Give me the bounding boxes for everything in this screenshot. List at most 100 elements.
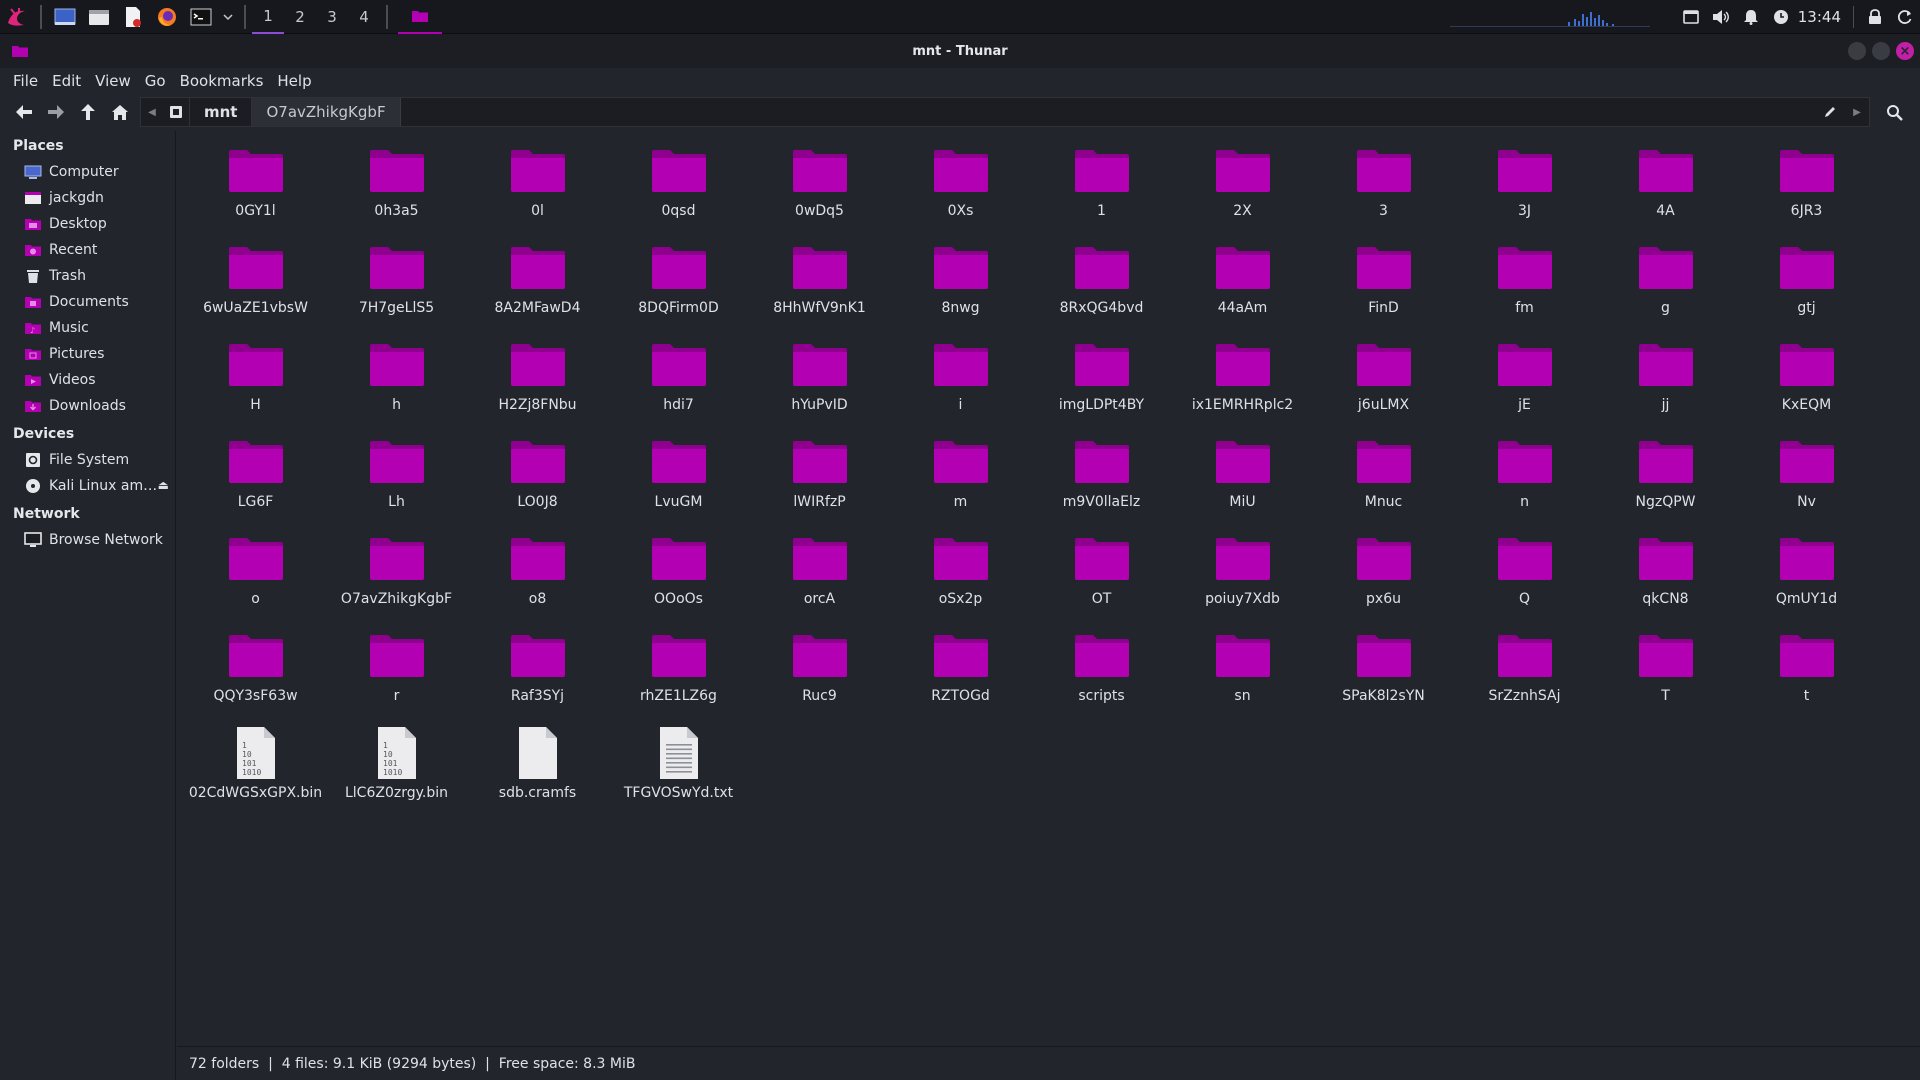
pathbar-crumb-current[interactable]: O7avZhikgKgbF xyxy=(251,98,401,126)
minimize-button[interactable] xyxy=(1848,42,1866,60)
forward-button[interactable] xyxy=(40,97,72,127)
folder-item[interactable]: 8nwg xyxy=(890,238,1031,335)
pathbar-crumb-mnt[interactable]: mnt xyxy=(189,98,251,126)
folder-item[interactable]: 3J xyxy=(1454,141,1595,238)
folder-item[interactable]: rhZE1LZ6g xyxy=(608,626,749,723)
window-indicator-icon[interactable] xyxy=(1676,0,1706,34)
chevron-down-icon[interactable] xyxy=(221,3,235,31)
folder-item[interactable]: NgzQPW xyxy=(1595,432,1736,529)
sidebar-item-browse-network[interactable]: Browse Network xyxy=(0,527,175,553)
folder-item[interactable]: 8A2MFawD4 xyxy=(467,238,608,335)
folder-item[interactable]: fm xyxy=(1454,238,1595,335)
eject-icon[interactable]: ⏏ xyxy=(158,478,169,492)
kali-menu-icon[interactable] xyxy=(3,3,31,31)
folder-item[interactable]: 1 xyxy=(1031,141,1172,238)
folder-item[interactable]: O7avZhikgKgbF xyxy=(326,529,467,626)
sidebar-item-file-system[interactable]: File System xyxy=(0,447,175,473)
folder-item[interactable]: orcA xyxy=(749,529,890,626)
folder-item[interactable]: Q xyxy=(1454,529,1595,626)
folder-item[interactable]: Lh xyxy=(326,432,467,529)
workspace-2-button[interactable]: 2 xyxy=(284,0,316,34)
menu-view[interactable]: View xyxy=(88,72,138,90)
folder-item[interactable]: 0qsd xyxy=(608,141,749,238)
folder-item[interactable]: jj xyxy=(1595,335,1736,432)
folder-item[interactable]: m xyxy=(890,432,1031,529)
lock-screen-icon[interactable] xyxy=(1860,0,1890,34)
workspace-1-button[interactable]: 1 xyxy=(252,0,284,34)
sidebar-item-downloads[interactable]: Downloads xyxy=(0,393,175,419)
sidebar-item-recent[interactable]: Recent xyxy=(0,237,175,263)
back-button[interactable] xyxy=(8,97,40,127)
folder-item[interactable]: scripts xyxy=(1031,626,1172,723)
folder-item[interactable]: o8 xyxy=(467,529,608,626)
maximize-button[interactable] xyxy=(1872,42,1890,60)
file-item[interactable]: 1 10 101 1010 02CdWGSxGPX.bin xyxy=(185,723,326,820)
folder-item[interactable]: OOoOs xyxy=(608,529,749,626)
sidebar-item-trash[interactable]: Trash xyxy=(0,263,175,289)
folder-item[interactable]: 8HhWfV9nK1 xyxy=(749,238,890,335)
folder-item[interactable]: T xyxy=(1595,626,1736,723)
sidebar-item-pictures[interactable]: Pictures xyxy=(0,341,175,367)
file-icon-view[interactable]: 0GY1l 0h3a5 0l 0qsd 0wDq5 0Xs 1 2X 3 3J 4A 6JR3 6wUa… xyxy=(177,131,1920,1045)
folder-item[interactable]: g xyxy=(1595,238,1736,335)
panel-clock[interactable]: 13:44 xyxy=(1796,8,1847,26)
folder-item[interactable]: Ruc9 xyxy=(749,626,890,723)
folder-item[interactable]: LvuGM xyxy=(608,432,749,529)
sidebar-item-jackgdn[interactable]: jackgdn xyxy=(0,185,175,211)
folder-item[interactable]: Mnuc xyxy=(1313,432,1454,529)
pathbar-filesystem-button[interactable] xyxy=(163,98,189,126)
folder-item[interactable]: m9V0llaElz xyxy=(1031,432,1172,529)
menu-edit[interactable]: Edit xyxy=(45,72,88,90)
folder-item[interactable]: 44aAm xyxy=(1172,238,1313,335)
folder-item[interactable]: 8RxQG4bvd xyxy=(1031,238,1172,335)
folder-item[interactable]: n xyxy=(1454,432,1595,529)
sidebar-item-kali-linux-disc[interactable]: Kali Linux am… ⏏ xyxy=(0,473,175,499)
folder-item[interactable]: 0Xs xyxy=(890,141,1031,238)
sidebar-item-computer[interactable]: Computer xyxy=(0,159,175,185)
folder-item[interactable]: 6JR3 xyxy=(1736,141,1877,238)
folder-item[interactable]: LG6F xyxy=(185,432,326,529)
folder-item[interactable]: QQY3sF63w xyxy=(185,626,326,723)
folder-item[interactable]: Raf3SYj xyxy=(467,626,608,723)
notifications-bell-icon[interactable] xyxy=(1736,0,1766,34)
workspace-4-button[interactable]: 4 xyxy=(348,0,380,34)
folder-item[interactable]: SPaK8l2sYN xyxy=(1313,626,1454,723)
folder-item[interactable]: hYuPvID xyxy=(749,335,890,432)
parent-folder-button[interactable] xyxy=(72,97,104,127)
folder-item[interactable]: jE xyxy=(1454,335,1595,432)
folder-item[interactable]: FinD xyxy=(1313,238,1454,335)
sidebar-item-documents[interactable]: Documents xyxy=(0,289,175,315)
folder-item[interactable]: h xyxy=(326,335,467,432)
folder-item[interactable]: 0l xyxy=(467,141,608,238)
folder-item[interactable]: 8DQFirm0D xyxy=(608,238,749,335)
folder-item[interactable]: OT xyxy=(1031,529,1172,626)
window-titlebar[interactable]: mnt - Thunar × xyxy=(0,34,1920,68)
menu-bookmarks[interactable]: Bookmarks xyxy=(173,72,271,90)
folder-item[interactable]: 6wUaZE1vbsW xyxy=(185,238,326,335)
folder-item[interactable]: 4A xyxy=(1595,141,1736,238)
folder-item[interactable]: MiU xyxy=(1172,432,1313,529)
folder-item[interactable]: imgLDPt4BY xyxy=(1031,335,1172,432)
text-editor-launcher-icon[interactable] xyxy=(119,3,147,31)
folder-item[interactable]: RZTOGd xyxy=(890,626,1031,723)
pathbar-scroll-left-icon[interactable]: ◀ xyxy=(141,98,163,126)
folder-item[interactable]: i xyxy=(890,335,1031,432)
folder-item[interactable]: QmUY1d xyxy=(1736,529,1877,626)
home-button[interactable] xyxy=(104,97,136,127)
terminal-launcher-icon[interactable] xyxy=(187,3,215,31)
show-desktop-icon[interactable] xyxy=(51,3,79,31)
folder-item[interactable]: poiuy7Xdb xyxy=(1172,529,1313,626)
volume-icon[interactable] xyxy=(1706,0,1736,34)
folder-item[interactable]: 0wDq5 xyxy=(749,141,890,238)
folder-item[interactable]: gtj xyxy=(1736,238,1877,335)
folder-item[interactable]: 0h3a5 xyxy=(326,141,467,238)
folder-item[interactable]: 3 xyxy=(1313,141,1454,238)
folder-item[interactable]: H2Zj8FNbu xyxy=(467,335,608,432)
menu-file[interactable]: File xyxy=(6,72,45,90)
folder-item[interactable]: qkCN8 xyxy=(1595,529,1736,626)
file-item[interactable]: 1 10 101 1010 LlC6Z0zrgy.bin xyxy=(326,723,467,820)
logout-icon[interactable] xyxy=(1890,0,1920,34)
folder-item[interactable]: 2X xyxy=(1172,141,1313,238)
menu-go[interactable]: Go xyxy=(138,72,173,90)
file-manager-launcher-icon[interactable] xyxy=(85,3,113,31)
